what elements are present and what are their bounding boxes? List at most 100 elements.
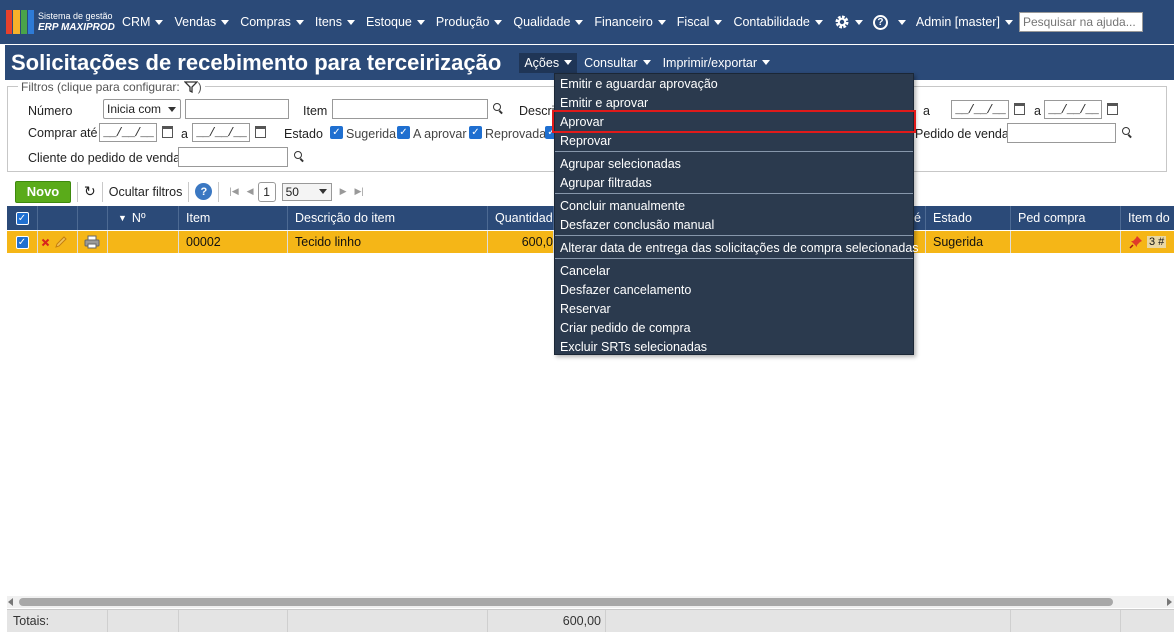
select-all-cell[interactable]: ✓ — [7, 206, 38, 230]
chevron-down-icon — [854, 19, 863, 25]
hide-filters-button[interactable]: Ocultar filtros — [109, 185, 183, 199]
chevron-down-icon — [295, 19, 304, 25]
actions-dropdown-menu: Emitir e aguardar aprovação Emitir e apr… — [552, 73, 919, 356]
help-icon[interactable]: ? — [195, 183, 213, 200]
logo-mark-icon — [6, 10, 34, 34]
pedido-venda-input[interactable] — [1007, 123, 1116, 143]
next-page-icon[interactable]: ▶ — [340, 186, 347, 197]
menu-alterar-data-entrega[interactable]: Alterar data de entrega das solicitações… — [555, 238, 919, 257]
nav-vendas[interactable]: Vendas — [174, 15, 230, 29]
comprar-ate-to-input[interactable]: __/__/__ — [192, 123, 250, 142]
app-logo[interactable]: Sistema de gestão ERP MAXIPROD — [6, 10, 122, 34]
menu-desfazer-conclusao[interactable]: Desfazer conclusão manual — [555, 215, 913, 234]
col-ped-compra[interactable]: Ped compra — [1011, 206, 1121, 230]
nav-estoque[interactable]: Estoque — [366, 15, 425, 29]
gear-icon — [835, 15, 849, 29]
col-item[interactable]: Item — [179, 206, 288, 230]
row-select-cell[interactable]: ✓ — [7, 231, 38, 253]
item-input[interactable] — [332, 99, 488, 119]
estado-reprovada-label: Reprovada — [485, 127, 547, 141]
row-checkbox[interactable]: ✓ — [15, 235, 29, 249]
estado-reprovada-checkbox[interactable]: ✓ — [469, 126, 482, 139]
select-all-checkbox[interactable]: ✓ — [15, 211, 29, 225]
nav-qualidade[interactable]: Qualidade — [513, 15, 584, 29]
menu-agrupar-selecionadas[interactable]: Agrupar selecionadas — [555, 154, 913, 173]
calendar-icon[interactable] — [1014, 103, 1025, 115]
horizontal-scrollbar[interactable] — [7, 596, 1174, 608]
menu-emitir-aguardar-aprovacao[interactable]: Emitir e aguardar aprovação — [555, 74, 913, 93]
scroll-left-icon[interactable] — [8, 598, 13, 606]
menu-criar-pedido-compra[interactable]: Criar pedido de compra — [555, 318, 913, 337]
pin-icon[interactable] — [1129, 235, 1143, 249]
user-menu[interactable]: Admin [master] — [916, 15, 1013, 29]
chevron-down-icon — [416, 19, 425, 25]
chevron-down-icon — [318, 189, 327, 194]
first-page-icon[interactable]: |◀ — [229, 186, 238, 197]
menu-desfazer-cancelamento[interactable]: Desfazer cancelamento — [555, 280, 913, 299]
nav-financeiro[interactable]: Financeiro — [594, 15, 666, 29]
last-page-icon[interactable]: ▶| — [354, 186, 363, 197]
edit-pencil-icon[interactable] — [54, 235, 68, 249]
date-from-input[interactable]: __/__/__ — [951, 100, 1009, 119]
menu-emitir-aprovar[interactable]: Emitir e aprovar — [555, 93, 913, 112]
chevron-down-icon — [494, 19, 503, 25]
search-icon[interactable] — [1122, 127, 1133, 138]
calendar-icon[interactable] — [1107, 103, 1118, 115]
printer-icon[interactable] — [84, 235, 100, 249]
help-menu[interactable]: ? — [872, 14, 906, 30]
help-search-input[interactable] — [1018, 12, 1143, 32]
numero-input[interactable] — [185, 99, 289, 119]
col-descricao[interactable]: Descrição do item — [288, 206, 488, 230]
per-page-select[interactable]: 50 — [281, 182, 332, 201]
search-icon[interactable] — [493, 103, 504, 114]
nav-itens[interactable]: Itens — [315, 15, 356, 29]
consult-menu-button[interactable]: Consultar — [579, 53, 656, 73]
numero-mode-select[interactable]: Inicia com — [103, 99, 181, 119]
menu-agrupar-filtradas[interactable]: Agrupar filtradas — [555, 173, 913, 192]
chevron-down-icon — [657, 19, 666, 25]
menu-aprovar[interactable]: Aprovar — [552, 110, 916, 133]
print-export-menu-button[interactable]: Imprimir/exportar — [658, 53, 775, 73]
refresh-icon[interactable]: ↻ — [84, 183, 96, 200]
chevron-down-icon — [897, 19, 906, 25]
col-estado[interactable]: Estado — [926, 206, 1011, 230]
scrollbar-thumb[interactable] — [19, 598, 1113, 606]
calendar-icon[interactable] — [255, 126, 266, 138]
col-quantidade[interactable]: Quantidade — [488, 206, 554, 230]
chevron-down-icon — [221, 19, 230, 25]
estado-a-aprovar-checkbox[interactable]: ✓ — [397, 126, 410, 139]
menu-reservar[interactable]: Reservar — [555, 299, 913, 318]
date-to-input[interactable]: __/__/__ — [1044, 100, 1102, 119]
filters-legend[interactable]: Filtros (clique para configurar: ) — [18, 80, 205, 94]
chevron-down-icon — [714, 19, 723, 25]
menu-excluir-srts[interactable]: Excluir SRTs selecionadas — [555, 337, 913, 356]
cliente-input[interactable] — [178, 147, 288, 167]
page-number-input[interactable]: 1 — [257, 181, 276, 202]
menu-cancelar[interactable]: Cancelar — [555, 261, 913, 280]
nav-producao[interactable]: Produção — [436, 15, 503, 29]
settings-menu[interactable] — [834, 14, 863, 30]
search-icon[interactable] — [294, 151, 305, 162]
menu-reprovar[interactable]: Reprovar — [555, 131, 913, 150]
col-numero[interactable]: ▼ Nº — [108, 206, 179, 230]
chevron-down-icon — [1004, 19, 1013, 25]
totals-label: Totais: — [7, 610, 108, 632]
delete-icon[interactable] — [41, 238, 50, 247]
col-partial[interactable]: é — [913, 206, 926, 230]
nav-contabilidade[interactable]: Contabilidade — [733, 15, 823, 29]
chevron-down-icon — [168, 106, 176, 112]
estado-sugerida-checkbox[interactable]: ✓ — [330, 126, 343, 139]
calendar-icon[interactable] — [162, 126, 173, 138]
prev-page-icon[interactable]: ◀ — [247, 186, 254, 197]
comprar-ate-from-input[interactable]: __/__/__ — [99, 123, 157, 142]
actions-menu-button[interactable]: Ações — [519, 52, 578, 73]
col-item-do[interactable]: Item do — [1121, 206, 1174, 230]
totals-quantidade: 600,00 — [488, 610, 606, 632]
nav-compras[interactable]: Compras — [240, 15, 304, 29]
nav-fiscal[interactable]: Fiscal — [677, 15, 723, 29]
menu-concluir-manualmente[interactable]: Concluir manualmente — [555, 196, 913, 215]
new-button[interactable]: Novo — [15, 180, 71, 203]
scroll-right-icon[interactable] — [1167, 598, 1172, 606]
nav-crm[interactable]: CRM — [122, 15, 164, 29]
row-actions — [38, 231, 78, 253]
